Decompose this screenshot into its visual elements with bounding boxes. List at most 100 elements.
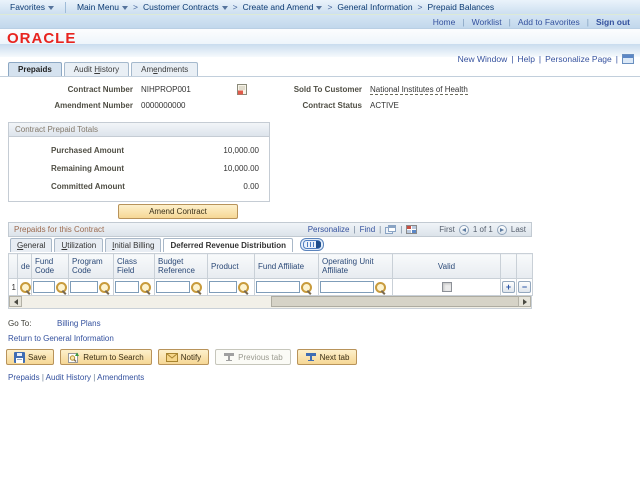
download-grid-icon[interactable] [406, 225, 418, 234]
sold-to-customer-value[interactable]: National Institutes of Health [370, 85, 468, 95]
col-header-delete [516, 253, 533, 279]
program-code-input[interactable] [70, 281, 98, 293]
product-input[interactable] [209, 281, 237, 293]
left-arrow-icon [461, 227, 466, 232]
dropdown-arrow-icon [221, 6, 228, 10]
breadcrumb-prepaid-balances[interactable]: Prepaid Balances [428, 2, 495, 12]
grid-tab-general[interactable]: General [10, 238, 53, 252]
col-header-add [500, 253, 517, 279]
first-row-button[interactable] [458, 224, 469, 235]
row-number: 1 [8, 278, 18, 296]
divider [64, 1, 66, 13]
fund-affiliate-lookup-icon[interactable] [301, 281, 312, 293]
worklist-link[interactable]: Worklist [472, 17, 502, 27]
prepaid-balances-page: Favorites Main Menu > Customer Contracts… [0, 0, 640, 480]
sign-out-link[interactable]: Sign out [596, 17, 630, 27]
right-arrow-icon [499, 227, 504, 232]
grid-tab-initial-billing[interactable]: Initial Billing [105, 238, 162, 252]
tab-prepaids[interactable]: Prepaids [8, 62, 62, 77]
grid-tab-deferred-revenue-distribution[interactable]: Deferred Revenue Distribution [163, 238, 294, 252]
prepaids-grid-title: Prepaids for this Contract [14, 225, 105, 234]
scroll-right-button[interactable] [518, 296, 531, 307]
scroll-left-button[interactable] [9, 296, 22, 307]
breadcrumb-customer-contracts[interactable]: Customer Contracts [143, 2, 228, 12]
divider: | [353, 225, 356, 234]
divider: | [615, 54, 618, 64]
home-link[interactable]: Home [433, 17, 456, 27]
pagination-last-label: Last [510, 225, 526, 234]
show-all-columns-icon[interactable] [300, 238, 325, 251]
product-lookup-icon[interactable] [238, 281, 249, 293]
grid-tab-utilization[interactable]: Utilization [54, 238, 104, 252]
scrollbar-thumb[interactable] [271, 296, 519, 307]
personalize-window-icon[interactable] [622, 54, 634, 64]
find-link[interactable]: Find [360, 225, 376, 234]
budget-reference-lookup-icon[interactable] [191, 281, 202, 293]
tab-audit-history[interactable]: Audit History [63, 62, 130, 77]
personalize-link[interactable]: Personalize [308, 225, 350, 234]
amendment-number-value: 0000000000 [141, 101, 186, 110]
code-cell [17, 278, 32, 296]
notify-button[interactable]: Notify [157, 349, 210, 365]
divider: | [400, 225, 403, 234]
code-lookup-icon[interactable] [20, 281, 31, 293]
fund-affiliate-input[interactable] [256, 281, 300, 293]
last-row-button[interactable] [496, 224, 507, 235]
footer-link-audit-history[interactable]: Audit History [46, 373, 91, 382]
personalize-page-link[interactable]: Personalize Page [545, 54, 612, 64]
delete-row-button[interactable]: − [518, 281, 531, 293]
breadcrumb-separator: > [133, 2, 138, 12]
col-header-valid: Valid [392, 253, 501, 279]
billing-plans-link[interactable]: Billing Plans [57, 319, 101, 328]
grid-tabs: General Utilization Initial Billing Defe… [10, 238, 325, 252]
contract-number-label: Contract Number [67, 85, 133, 94]
tab-amendments[interactable]: Amendments [131, 62, 199, 77]
footer-link-amendments[interactable]: Amendments [97, 373, 144, 382]
footer-links: Prepaids | Audit History | Amendments [8, 373, 144, 382]
operating-unit-affiliate-input[interactable] [320, 281, 374, 293]
favorites-menu[interactable]: Favorites [10, 2, 54, 12]
divider: | [508, 16, 511, 27]
breadcrumb-separator: > [417, 2, 423, 12]
amend-contract-button[interactable]: Amend Contract [118, 204, 238, 219]
return-to-general-information-link[interactable]: Return to General Information [8, 334, 114, 343]
view-all-icon[interactable] [385, 225, 397, 234]
fund-code-cell [31, 278, 69, 296]
horizontal-scrollbar[interactable] [8, 296, 532, 309]
breadcrumb-create-and-amend[interactable]: Create and Amend [243, 2, 323, 12]
program-code-lookup-icon[interactable] [99, 281, 110, 293]
return-to-search-button[interactable]: Return to Search [60, 349, 152, 365]
fund-code-lookup-icon[interactable] [56, 281, 67, 293]
previous-tab-icon [223, 352, 235, 362]
next-tab-button[interactable]: Next tab [296, 349, 358, 365]
operating-unit-affiliate-lookup-icon[interactable] [375, 281, 386, 293]
add-to-favorites-link[interactable]: Add to Favorites [518, 17, 580, 27]
grid-data-row: 1 + − [8, 278, 533, 296]
save-button[interactable]: Save [6, 349, 55, 365]
main-menu[interactable]: Main Menu [77, 2, 129, 12]
purchased-amount-label: Purchased Amount [51, 146, 125, 155]
add-row-button[interactable]: + [502, 281, 515, 293]
help-link[interactable]: Help [517, 54, 534, 64]
sold-to-customer-label: Sold To Customer [293, 85, 362, 94]
prepaids-grid: de Fund Code Program Code Class Field Bu… [8, 253, 533, 309]
footer-link-prepaids[interactable]: Prepaids [8, 373, 40, 382]
breadcrumb-general-information[interactable]: General Information [337, 2, 412, 12]
class-field-input[interactable] [115, 281, 139, 293]
new-window-link[interactable]: New Window [458, 54, 508, 64]
col-header-fund-code: Fund Code [31, 253, 69, 279]
grid-header-row: de Fund Code Program Code Class Field Bu… [8, 253, 533, 279]
valid-cell [392, 278, 501, 296]
breadcrumb-separator: > [232, 2, 238, 12]
quick-links-bar: Home | Worklist | Add to Favorites | Sig… [0, 15, 640, 29]
remaining-amount-label: Remaining Amount [51, 164, 125, 173]
comments-icon[interactable] [237, 83, 247, 95]
valid-checkbox [441, 282, 452, 292]
col-header-budget-reference: Budget Reference [154, 253, 208, 279]
class-field-lookup-icon[interactable] [140, 281, 151, 293]
fund-code-input[interactable] [33, 281, 55, 293]
notify-icon [165, 352, 178, 362]
operating-unit-affiliate-cell [318, 278, 393, 296]
budget-reference-input[interactable] [156, 281, 190, 293]
col-header-operating-unit-affiliate: Operating Unit Affiliate [318, 253, 393, 279]
